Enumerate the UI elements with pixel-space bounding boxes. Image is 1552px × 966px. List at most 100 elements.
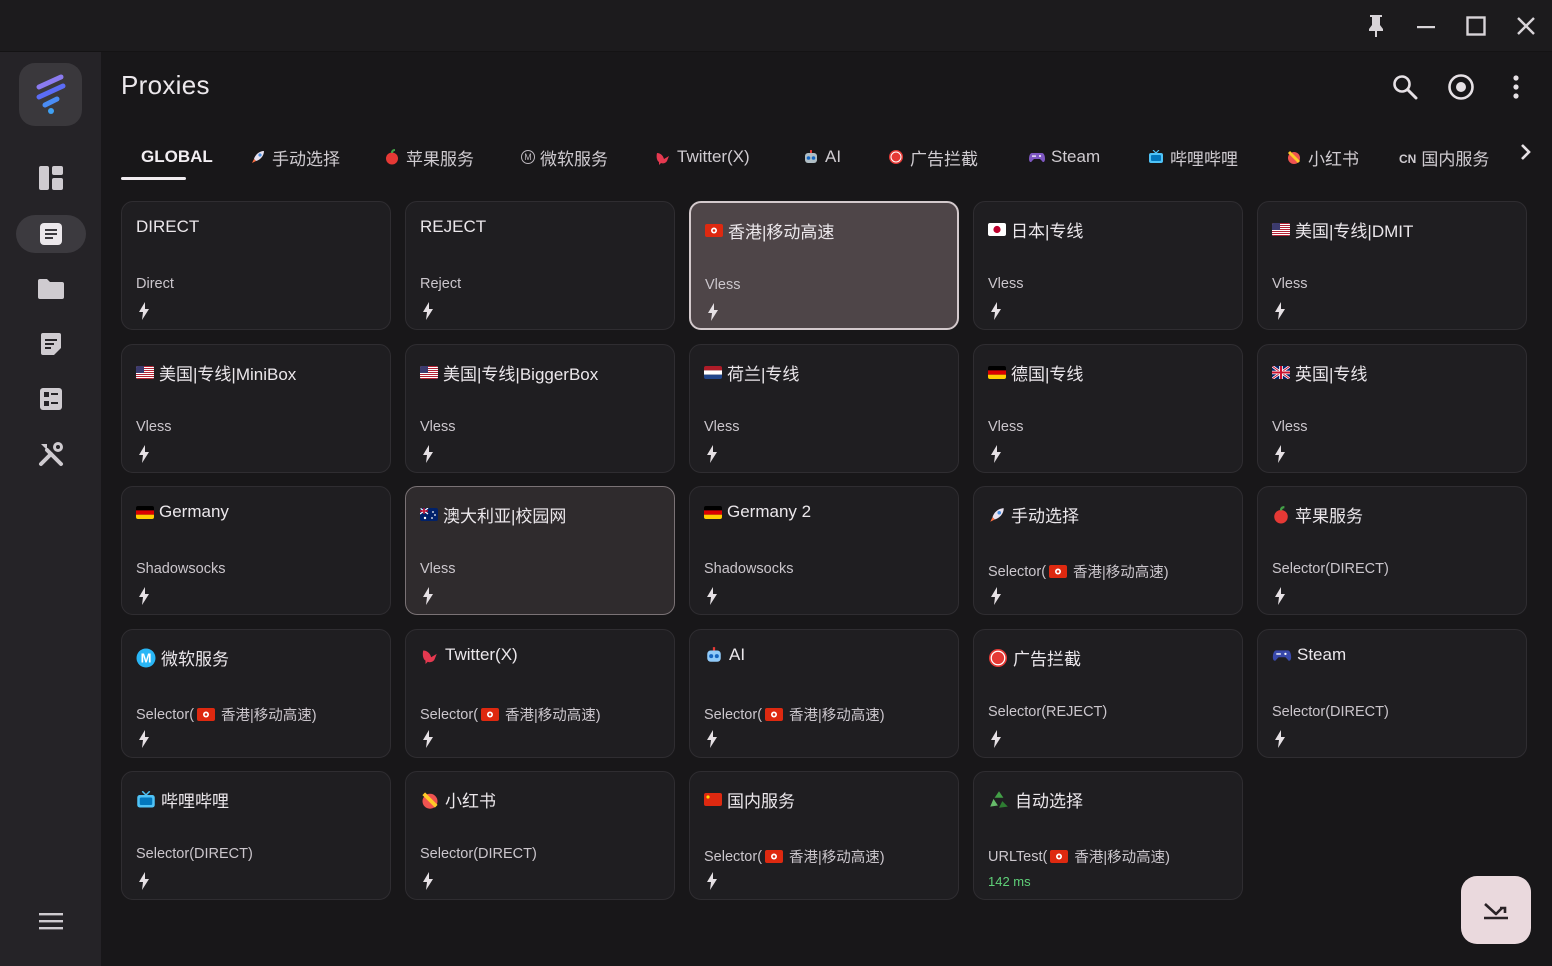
tab-bilibili[interactable]: 哔哩哔哩	[1147, 134, 1238, 180]
proxy-card[interactable]: 德国|专线 Vless	[973, 344, 1243, 473]
tab-xiaohongshu[interactable]: 小红书	[1285, 134, 1359, 180]
svg-text:M: M	[141, 650, 152, 665]
minimize-icon[interactable]	[1406, 8, 1446, 44]
nav-dashboard[interactable]	[16, 159, 86, 197]
tab-microsoft-services[interactable]: M 微软服务	[521, 134, 608, 180]
locate-button[interactable]	[1444, 70, 1478, 104]
proxy-card[interactable]: 美国|专线|BiggerBox Vless	[405, 344, 675, 473]
proxy-card[interactable]: AI Selector(香港|移动高速)	[689, 629, 959, 758]
bolt-icon[interactable]	[421, 587, 435, 610]
maximize-icon[interactable]	[1456, 8, 1496, 44]
navigation-rail	[0, 52, 101, 966]
bolt-icon[interactable]	[137, 302, 151, 325]
tv-icon	[1147, 148, 1165, 166]
bolt-icon[interactable]	[705, 872, 719, 895]
bolt-icon[interactable]	[989, 730, 1003, 753]
bolt-icon[interactable]	[137, 872, 151, 895]
proxy-card[interactable]: 国内服务 Selector(香港|移动高速)	[689, 771, 959, 900]
proxy-card[interactable]: 日本|专线 Vless	[973, 201, 1243, 330]
proxy-type: Vless	[988, 419, 1024, 435]
bolt-icon[interactable]	[989, 587, 1003, 610]
flag-hk-icon	[765, 850, 784, 863]
nav-tools[interactable]	[16, 435, 86, 473]
tab-domestic-services[interactable]: CN 国内服务	[1399, 134, 1489, 180]
proxy-name: 苹果服务	[1295, 507, 1363, 526]
latency-value[interactable]: 142 ms	[988, 874, 1031, 889]
pin-icon[interactable]	[1356, 8, 1396, 44]
proxy-card[interactable]: 广告拦截 Selector(REJECT)	[973, 629, 1243, 758]
proxy-name: 自动选择	[1015, 792, 1083, 811]
proxy-type-row: Selector(香港|移动高速)	[988, 561, 1169, 582]
proxy-card[interactable]: Twitter(X) Selector(香港|移动高速)	[405, 629, 675, 758]
proxy-card[interactable]: 小红书 Selector(DIRECT)	[405, 771, 675, 900]
nav-connections[interactable]	[16, 380, 86, 418]
proxy-card[interactable]: 美国|专线|MiniBox Vless	[121, 344, 391, 473]
more-button[interactable]	[1499, 70, 1533, 104]
bolt-icon[interactable]	[421, 872, 435, 895]
tab-label: 小红书	[1308, 149, 1359, 169]
tab-ai[interactable]: AI	[802, 134, 841, 180]
bolt-icon[interactable]	[705, 445, 719, 468]
proxy-type-row: Vless	[705, 277, 740, 293]
flag-us-icon	[420, 366, 438, 379]
proxy-card[interactable]: Steam Selector(DIRECT)	[1257, 629, 1527, 758]
tabs-scroll-right-button[interactable]	[1513, 138, 1537, 166]
tab-twitter[interactable]: Twitter(X)	[654, 134, 750, 180]
nav-requests[interactable]	[16, 325, 86, 363]
proxy-type: Shadowsocks	[704, 561, 794, 577]
bolt-icon[interactable]	[137, 445, 151, 468]
proxy-type: Vless	[1272, 276, 1308, 292]
tab-ad-block[interactable]: 广告拦截	[887, 134, 978, 180]
menu-icon	[39, 913, 63, 930]
bolt-icon[interactable]	[421, 730, 435, 753]
proxy-card[interactable]: 自动选择 URLTest(香港|移动高速) 142 ms	[973, 771, 1243, 900]
proxy-card[interactable]: 香港|移动高速 Vless	[689, 201, 959, 330]
bolt-icon[interactable]	[137, 587, 151, 610]
folder-icon	[38, 279, 64, 299]
tab-apple-services[interactable]: 苹果服务	[383, 134, 474, 180]
tab-manual-select[interactable]: 手动选择	[249, 134, 340, 180]
proxy-type: Selector(DIRECT)	[1272, 561, 1389, 577]
proxy-card[interactable]: Germany 2 Shadowsocks	[689, 486, 959, 615]
bolt-icon[interactable]	[989, 445, 1003, 468]
bolt-icon[interactable]	[1273, 302, 1287, 325]
proxy-card[interactable]: 澳大利亚|校园网 Vless	[405, 486, 675, 615]
nav-proxies[interactable]	[16, 215, 86, 253]
search-button[interactable]	[1388, 70, 1422, 104]
proxy-card[interactable]: 英国|专线 Vless	[1257, 344, 1527, 473]
scroll-down-fab[interactable]	[1461, 876, 1531, 944]
proxy-card[interactable]: 荷兰|专线 Vless	[689, 344, 959, 473]
bolt-icon[interactable]	[706, 303, 720, 326]
close-icon[interactable]	[1506, 8, 1546, 44]
bolt-icon[interactable]	[989, 302, 1003, 325]
proxy-type-row: URLTest(香港|移动高速)	[988, 846, 1170, 867]
proxy-card[interactable]: 苹果服务 Selector(DIRECT)	[1257, 486, 1527, 615]
microsoft-icon: M	[136, 648, 156, 668]
proxy-card[interactable]: REJECT Reject	[405, 201, 675, 330]
proxy-card[interactable]: 哔哩哔哩 Selector(DIRECT)	[121, 771, 391, 900]
bolt-icon[interactable]	[421, 302, 435, 325]
proxy-card[interactable]: 手动选择 Selector(香港|移动高速)	[973, 486, 1243, 615]
proxy-type: Selector(	[136, 706, 195, 723]
tab-global[interactable]: GLOBAL	[141, 134, 213, 180]
proxy-card[interactable]: DIRECT Direct	[121, 201, 391, 330]
bolt-icon[interactable]	[137, 730, 151, 753]
bolt-icon[interactable]	[1273, 445, 1287, 468]
proxy-type: Selector(	[988, 563, 1047, 580]
proxy-card[interactable]: 美国|专线|DMIT Vless	[1257, 201, 1527, 330]
menu-toggle-button[interactable]	[16, 902, 86, 940]
proxy-card[interactable]: Germany Shadowsocks	[121, 486, 391, 615]
proxy-card[interactable]: M 微软服务 Selector(香港|移动高速)	[121, 629, 391, 758]
red-icon	[1285, 148, 1303, 166]
bolt-icon[interactable]	[1273, 587, 1287, 610]
bolt-icon[interactable]	[705, 730, 719, 753]
proxy-name-row: 美国|专线|MiniBox	[136, 360, 296, 385]
nav-profiles[interactable]	[16, 270, 86, 308]
bolt-icon[interactable]	[1273, 730, 1287, 753]
recycle-icon	[988, 790, 1010, 810]
bolt-icon[interactable]	[421, 445, 435, 468]
bolt-icon[interactable]	[705, 587, 719, 610]
flag-hk-icon	[481, 708, 500, 721]
proxy-type: URLTest(	[988, 848, 1048, 865]
tab-steam[interactable]: Steam	[1028, 134, 1100, 180]
